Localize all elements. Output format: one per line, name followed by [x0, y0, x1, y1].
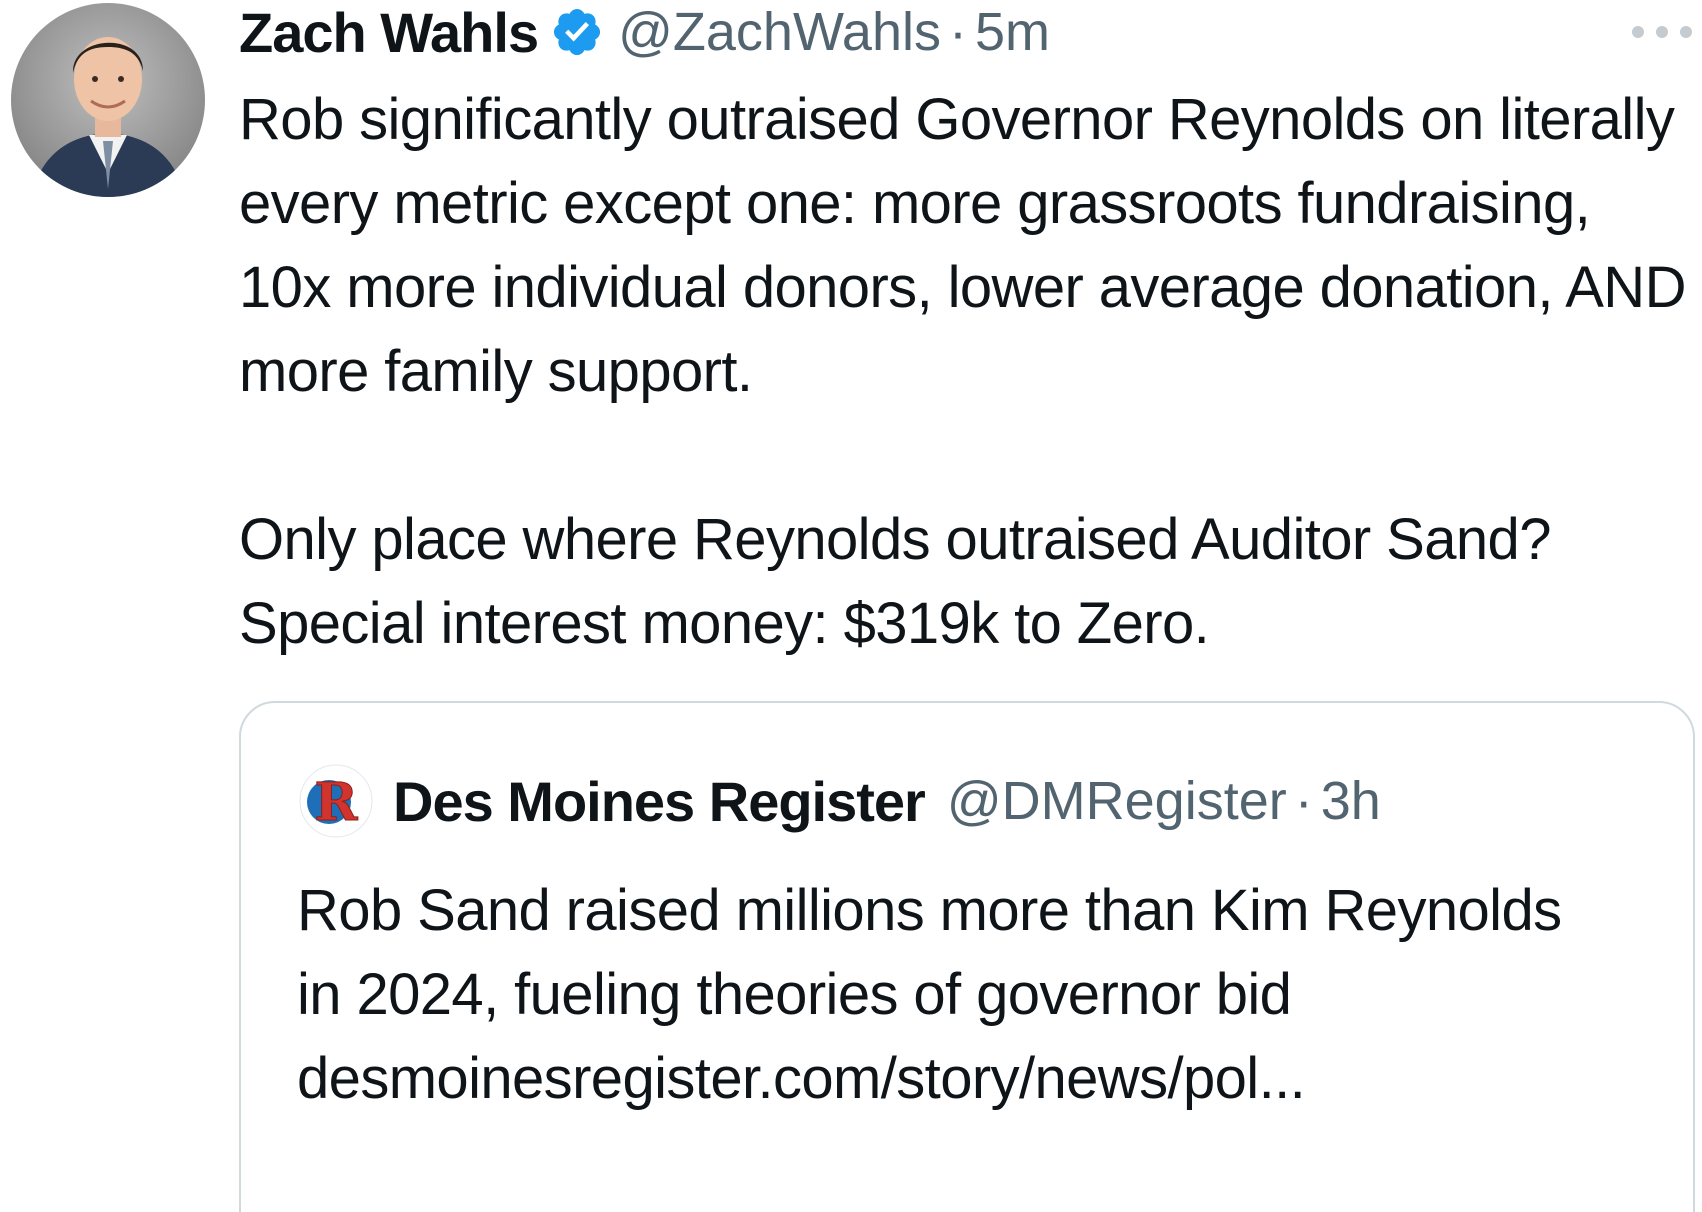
more-dot	[1656, 26, 1668, 38]
header-separator: ·	[949, 2, 967, 62]
author-handle[interactable]: @ZachWahls	[618, 1, 941, 63]
tweet-paragraph: Rob significantly outraised Governor Rey…	[239, 87, 1686, 404]
quoted-author-display-name[interactable]: Des Moines Register	[393, 769, 926, 834]
tweet-paragraph: Only place where Reynolds outraised Audi…	[239, 507, 1551, 656]
author-avatar[interactable]	[11, 3, 205, 197]
quoted-author-avatar[interactable]: R	[299, 764, 373, 838]
verified-badge-icon[interactable]	[550, 5, 604, 59]
more-dot	[1632, 26, 1644, 38]
tweet-timestamp[interactable]: 5m	[975, 1, 1050, 63]
more-options-icon[interactable]	[1632, 24, 1692, 40]
quoted-header-separator: ·	[1294, 771, 1313, 831]
quoted-tweet-header: R Des Moines Register @DMRegister · 3h	[299, 763, 1381, 839]
quoted-author-handle[interactable]: @DMRegister	[947, 770, 1287, 832]
quoted-tweet-card[interactable]: R Des Moines Register @DMRegister · 3h R…	[239, 701, 1695, 1212]
more-dot	[1680, 26, 1692, 38]
author-display-name[interactable]: Zach Wahls	[239, 0, 539, 65]
quoted-tweet-timestamp[interactable]: 3h	[1321, 770, 1381, 832]
svg-text:R: R	[314, 772, 358, 833]
tweet-body: Rob significantly outraised Governor Rey…	[239, 78, 1689, 666]
quoted-tweet-body: Rob Sand raised millions more than Kim R…	[297, 878, 1562, 1111]
tweet-header: Zach Wahls @ZachWahls · 5m	[239, 0, 1050, 64]
